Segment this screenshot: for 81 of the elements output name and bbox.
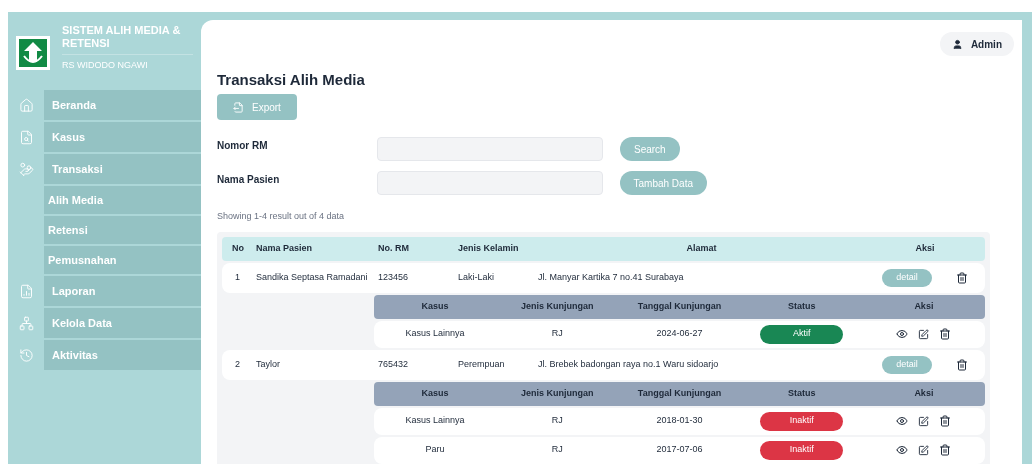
column-header: No. RM [378, 241, 410, 255]
input-field[interactable] [377, 137, 603, 161]
table-cell-text: RJ [550, 443, 564, 457]
status-badge: Inaktif [760, 440, 844, 460]
column-header: Alamat [685, 241, 718, 255]
home-icon [18, 97, 34, 113]
view-icon[interactable] [896, 328, 909, 340]
column-header: Kasus [420, 299, 450, 313]
page-title: Transaksi Alih Media [217, 70, 366, 90]
table-cell-text: Jl. Manyar Kartika 7 no.41 Surabaya [538, 270, 685, 284]
sidebar-item[interactable]: Kasus [44, 122, 201, 152]
field-label: Nama Pasien [217, 172, 281, 187]
edit-icon[interactable] [918, 444, 930, 456]
sidebar-subitem[interactable]: Alih Media [44, 186, 201, 214]
detail-button[interactable]: detail [882, 268, 932, 287]
edit-icon[interactable] [918, 328, 930, 340]
table-cell-text: Kasus Lainnya [404, 414, 466, 428]
delete-icon[interactable] [939, 444, 952, 456]
table-cell-text: 2017-07-06 [655, 443, 704, 457]
sidebar-subitem[interactable]: Retensi [44, 216, 201, 244]
column-header: Jenis Kelamin [458, 241, 520, 255]
column-header: Tanggal Kunjungan [636, 386, 723, 400]
column-header: Status [786, 386, 817, 400]
delete-icon[interactable] [956, 271, 968, 284]
search-button[interactable]: Search [620, 137, 680, 161]
table-cell-text: Taylor [256, 357, 281, 371]
table-cell-text: 2 [234, 357, 241, 371]
table-cell-text: 2024-06-27 [655, 327, 704, 341]
detail-button[interactable]: detail [882, 355, 932, 374]
file-export-icon [233, 101, 244, 113]
document-search-icon [18, 129, 34, 145]
table-cell-text: 1 [234, 270, 241, 284]
column-header: Nama Pasien [256, 241, 314, 255]
table-cell-text: Laki-Laki [458, 270, 496, 284]
status-badge: Aktif [760, 324, 844, 344]
add-data-button[interactable]: Tambah Data [619, 171, 707, 195]
sidebar-item[interactable]: Transaksi [44, 154, 201, 184]
edit-icon[interactable] [918, 415, 930, 427]
table-cell-text: 2018-01-30 [655, 414, 704, 428]
view-icon[interactable] [896, 415, 909, 427]
column-header: Tanggal Kunjungan [636, 299, 723, 313]
app-title: SISTEM ALIH MEDIA & RETENSI [62, 24, 182, 50]
table-cell-text: Jl. Brebek badongan raya no.1 Waru sidoarjo [538, 357, 720, 371]
user-icon [951, 38, 963, 50]
data-nodes-icon [18, 315, 34, 331]
table-cell-text: RJ [550, 414, 564, 428]
view-icon[interactable] [896, 444, 909, 456]
sidebar-item[interactable]: Aktivitas [44, 340, 201, 370]
delete-icon[interactable] [939, 328, 952, 340]
history-icon [18, 347, 34, 363]
table-cell-text: 123456 [378, 270, 410, 284]
sidebar-item[interactable]: Beranda [44, 90, 201, 120]
hospital-name: RS WIDODO NGAWI [62, 59, 149, 72]
column-header: Aksi [914, 241, 936, 255]
column-header: Status [786, 299, 817, 313]
sidebar-item[interactable]: Laporan [44, 276, 201, 306]
column-header: Jenis Kunjungan [520, 299, 595, 313]
sidebar-item[interactable]: Kelola Data [44, 308, 201, 338]
result-summary: Showing 1-4 result out of 4 data [217, 210, 346, 223]
column-header: Jenis Kunjungan [520, 386, 595, 400]
input-field[interactable] [376, 171, 603, 195]
sidebar-subitem[interactable]: Pemusnahan [44, 246, 201, 274]
table-cell-text: Sandika Septasa Ramadani [256, 270, 369, 284]
column-header: Kasus [420, 386, 450, 400]
delete-icon[interactable] [956, 358, 968, 371]
hand-card-icon [18, 161, 34, 177]
delete-icon[interactable] [939, 415, 952, 427]
column-header: No [231, 241, 245, 255]
table-cell-text: 765432 [378, 357, 410, 371]
hospital-logo [16, 36, 50, 70]
column-header: Aksi [913, 299, 935, 313]
user-menu-button[interactable]: Admin [939, 32, 1014, 56]
table-cell-text: Perempuan [458, 357, 506, 371]
status-badge: Inaktif [760, 411, 844, 431]
column-header: Aksi [913, 386, 935, 400]
export-button[interactable]: Export [217, 94, 297, 120]
document-chart-icon [18, 283, 34, 299]
field-label: Nomor RM [217, 138, 269, 153]
table-cell-text: Kasus Lainnya [404, 327, 466, 341]
table-cell-text: Paru [424, 443, 446, 457]
table-cell-text: RJ [550, 327, 564, 341]
